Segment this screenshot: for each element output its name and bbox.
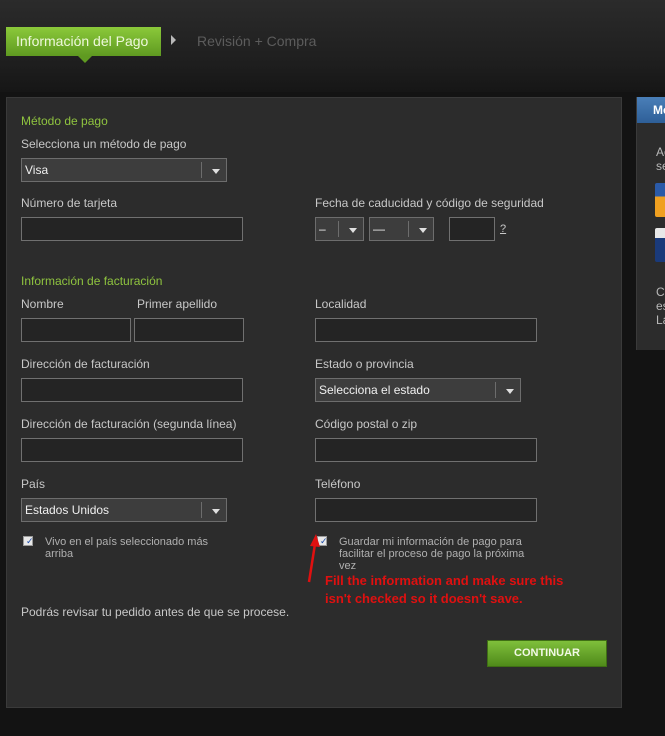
live-in-country-label: Vivo en el país seleccionado más arriba [45, 536, 209, 560]
phone-input[interactable] [315, 498, 537, 522]
payment-method-label: Selecciona un método de pago [21, 137, 187, 151]
country-select[interactable]: Estados Unidos [21, 498, 227, 522]
state-value: Selecciona el estado [319, 383, 430, 397]
continue-button[interactable]: CONTINUAR [487, 640, 607, 667]
address2-label: Dirección de facturación (segunda línea) [21, 417, 237, 431]
chevron-down-icon [212, 169, 220, 174]
step-pointer-icon [78, 56, 92, 63]
zip-label: Código postal o zip [315, 417, 418, 431]
first-name-label: Nombre [21, 297, 64, 311]
state-select[interactable]: Selecciona el estado [315, 378, 521, 402]
annotation-arrow-icon [307, 534, 320, 583]
side-panel-text-1: Ac se [656, 145, 665, 173]
billing-info-title: Información de facturación [21, 274, 163, 288]
expiry-label: Fecha de caducidad y código de seguridad [315, 196, 544, 210]
card-number-input[interactable] [21, 217, 243, 241]
select-divider [408, 221, 409, 237]
expiry-month-value: – [319, 222, 326, 236]
card-number-label: Número de tarjeta [21, 196, 118, 210]
last-name-input[interactable] [134, 318, 244, 342]
security-code-help-link[interactable]: ? [500, 223, 506, 235]
step-payment-info-label: Información del Pago [16, 33, 149, 49]
chevron-down-icon [419, 228, 427, 233]
secure-badge-icon [655, 228, 665, 262]
payment-form-panel: Método de pago Selecciona un método de p… [6, 97, 622, 708]
first-name-input[interactable] [21, 318, 131, 342]
checkout-steps-bar: Información del Pago Revisión + Compra [0, 0, 665, 92]
security-code-input[interactable] [449, 217, 495, 241]
expiry-month-select[interactable]: – [315, 217, 364, 241]
address-label: Dirección de facturación [21, 357, 150, 371]
chevron-down-icon [212, 509, 220, 514]
annotation-line-2: isn't checked so it doesn't save. [325, 591, 523, 606]
select-divider [201, 162, 202, 178]
address-input[interactable] [21, 378, 243, 402]
annotation-line-1: Fill the information and make sure this [325, 573, 564, 588]
expiry-year-select[interactable]: — [369, 217, 434, 241]
country-label: País [21, 477, 46, 491]
save-payment-info-label: Guardar mi información de pago para faci… [339, 536, 525, 572]
side-panel-header: Me [637, 97, 665, 123]
phone-label: Teléfono [315, 477, 361, 491]
payment-method-value: Visa [25, 163, 49, 177]
select-divider [495, 382, 496, 398]
checkmark-icon: ✓ [26, 536, 34, 546]
card-logo-icon [655, 183, 665, 217]
chevron-down-icon [506, 389, 514, 394]
side-panel-text-2: C es La [656, 285, 665, 327]
live-in-country-checkbox[interactable]: ✓ [23, 536, 34, 546]
last-name-label: Primer apellido [137, 297, 218, 311]
payment-method-select[interactable]: Visa [21, 158, 227, 182]
city-input[interactable] [315, 318, 537, 342]
address2-input[interactable] [21, 438, 243, 462]
zip-input[interactable] [315, 438, 537, 462]
chevron-down-icon [349, 228, 357, 233]
city-label: Localidad [315, 297, 367, 311]
step-payment-info[interactable]: Información del Pago [6, 27, 161, 63]
state-label: Estado o provincia [315, 357, 414, 371]
side-panel: Me Ac se C es La [636, 97, 665, 350]
country-value: Estados Unidos [25, 503, 110, 517]
step-review-purchase: Revisión + Compra [197, 33, 317, 49]
select-divider [201, 502, 202, 518]
review-note: Podrás revisar tu pedido antes de que se… [21, 605, 290, 619]
payment-method-title: Método de pago [21, 114, 108, 128]
select-divider [338, 221, 339, 237]
chevron-right-icon [171, 35, 176, 45]
expiry-year-value: — [373, 222, 385, 236]
